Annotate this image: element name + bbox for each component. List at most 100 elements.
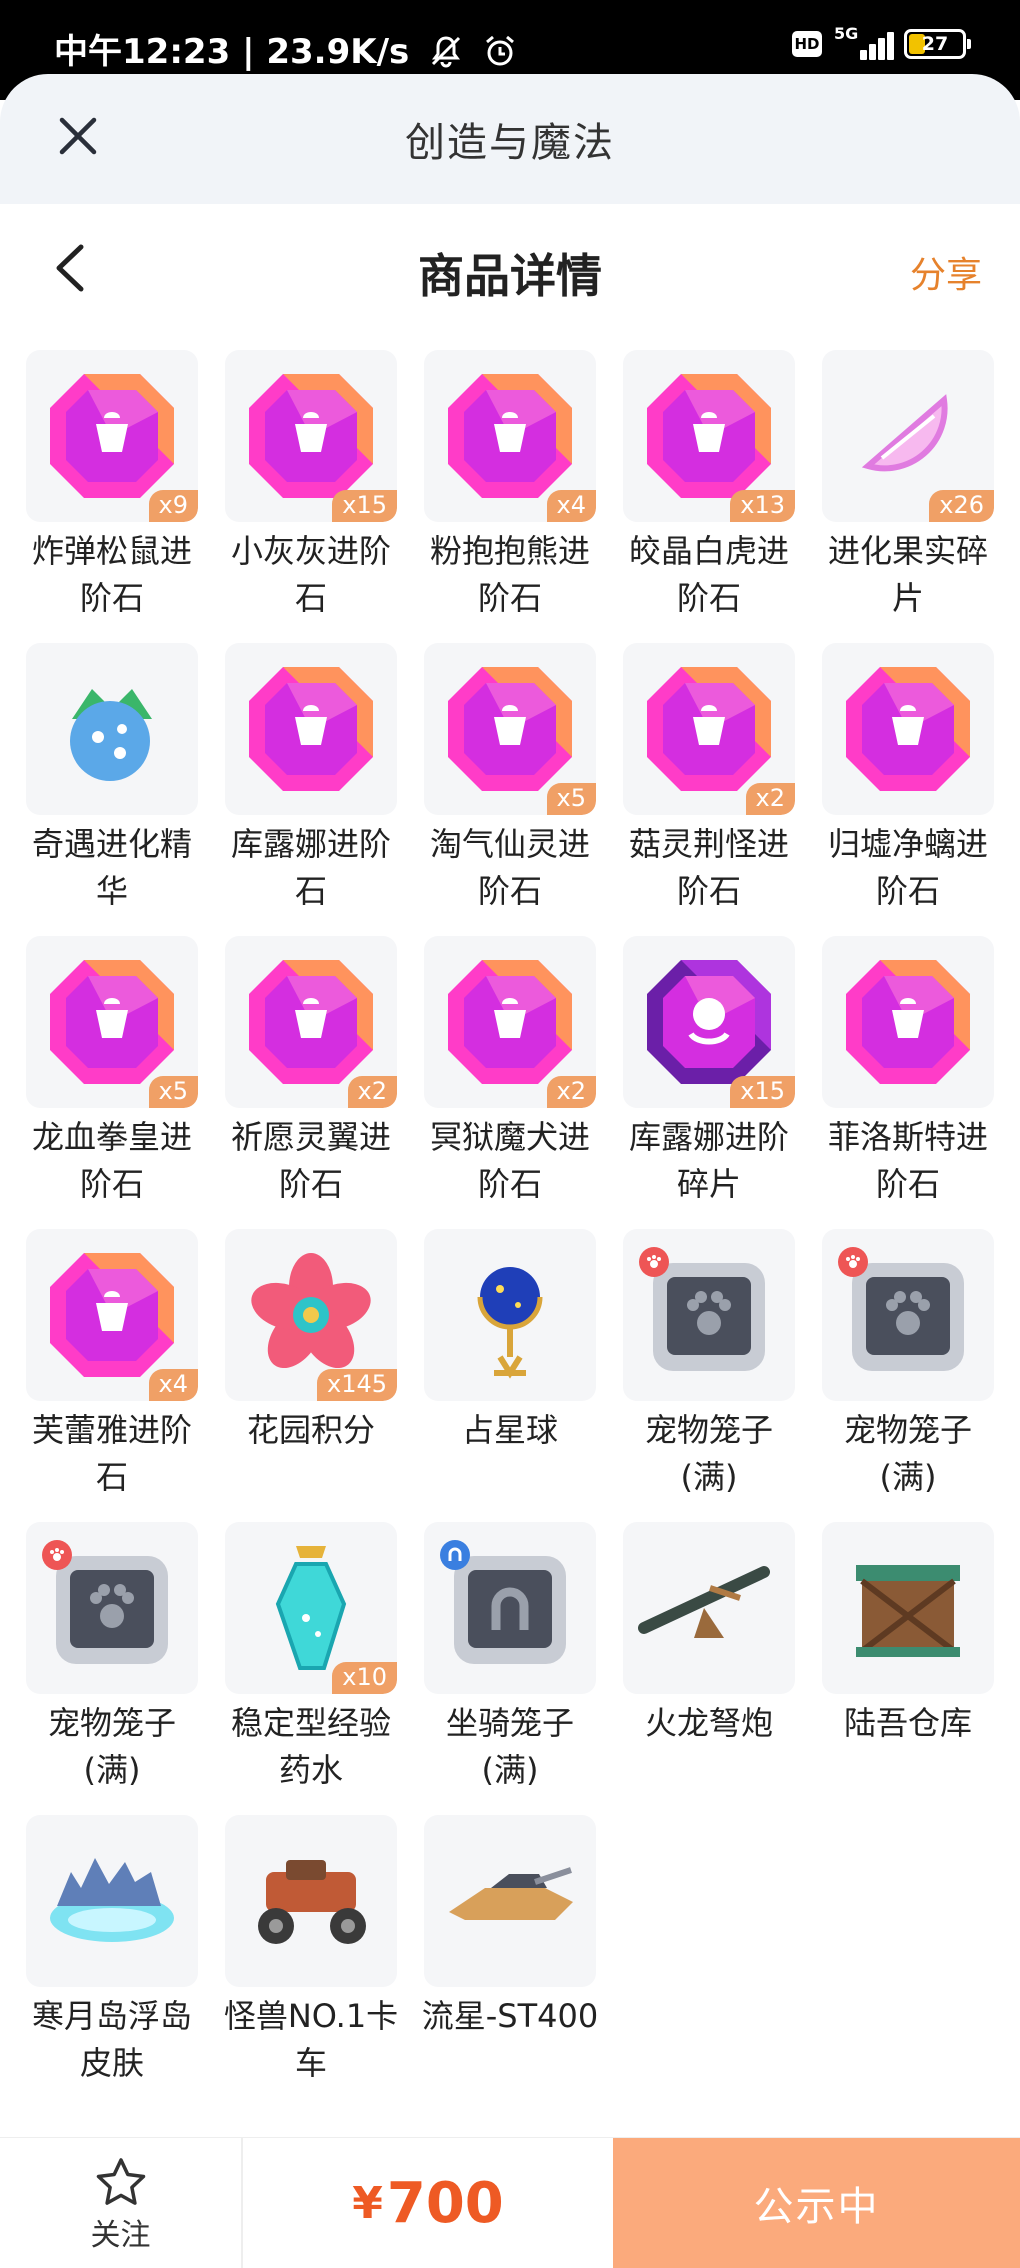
- item-card[interactable]: x145 花园积分: [225, 1229, 397, 1522]
- status-button[interactable]: 公示中: [613, 2138, 1020, 2268]
- item-name: 流星-ST400: [421, 1997, 599, 2035]
- acorn-gem-icon: [44, 368, 180, 504]
- item-card[interactable]: x26 进化果实碎片: [822, 350, 994, 643]
- item-card[interactable]: x2 菇灵荆怪进阶石: [623, 643, 795, 936]
- item-name: 奇遇进化精华: [31, 825, 192, 910]
- ballista-icon: [634, 1548, 784, 1668]
- item-name: 菇灵荆怪进阶石: [628, 825, 789, 910]
- fruit-slice-icon: [848, 376, 968, 496]
- item-thumbnail: x5: [424, 643, 596, 815]
- sheet-title: 创造与魔法: [405, 120, 615, 166]
- item-card[interactable]: 火龙弩炮: [623, 1522, 795, 1815]
- quantity-badge: x145: [316, 1369, 397, 1401]
- network-type: 5G: [834, 24, 859, 43]
- item-grid: x9 炸弹松鼠进阶石 x15 小灰灰进阶石 x4 粉抱抱熊进阶石 x13 皎晶白虎进阶石…: [26, 350, 1006, 2108]
- item-name: 宠物笼子(满): [644, 1411, 773, 1496]
- item-card[interactable]: x5 淘气仙灵进阶石: [424, 643, 596, 936]
- item-thumbnail: x9: [26, 350, 198, 522]
- potion-icon: [256, 1538, 366, 1678]
- star-icon: [96, 2158, 145, 2205]
- item-card[interactable]: x4 粉抱抱熊进阶石: [424, 350, 596, 643]
- egg-gem-icon: [442, 368, 578, 504]
- item-card[interactable]: x5 龙血拳皇进阶石: [26, 936, 198, 1229]
- item-card[interactable]: 占星球: [424, 1229, 596, 1522]
- mount-tag-icon: [440, 1540, 470, 1570]
- item-name: 稳定型经验药水: [230, 1704, 391, 1789]
- quantity-badge: x2: [745, 783, 795, 815]
- item-card[interactable]: x10 稳定型经验药水: [225, 1522, 397, 1815]
- item-card[interactable]: 菲洛斯特进阶石: [822, 936, 994, 1229]
- item-card[interactable]: x4 芙蕾雅进阶石: [26, 1229, 198, 1522]
- bottom-bar: 关注 ¥ 700 公示中: [0, 2137, 1020, 2268]
- serpent-gem-icon: [442, 954, 578, 1090]
- quantity-badge: x5: [148, 1076, 198, 1108]
- item-name: 淘气仙灵进阶石: [429, 825, 590, 910]
- item-card[interactable]: x9 炸弹松鼠进阶石: [26, 350, 198, 643]
- follow-button[interactable]: 关注: [0, 2138, 243, 2268]
- item-thumbnail: [424, 1815, 596, 1987]
- quantity-badge: x26: [929, 490, 994, 522]
- essence-fruit-icon: [42, 659, 182, 799]
- clock: 中午12:23: [54, 32, 231, 72]
- quantity-badge: x2: [546, 1076, 596, 1108]
- item-card[interactable]: 宠物笼子(满): [822, 1229, 994, 1522]
- item-card[interactable]: 奇遇进化精华: [26, 643, 198, 936]
- item-name: 菲洛斯特进阶石: [827, 1118, 988, 1203]
- quantity-badge: x15: [730, 1076, 795, 1108]
- item-card[interactable]: x13 皎晶白虎进阶石: [623, 350, 795, 643]
- item-card[interactable]: 宠物笼子(满): [26, 1522, 198, 1815]
- item-card[interactable]: 陆吾仓库: [822, 1522, 994, 1815]
- item-card[interactable]: x15 库露娜进阶碎片: [623, 936, 795, 1229]
- item-name: 火龙弩炮: [644, 1704, 773, 1742]
- item-thumbnail: x2: [424, 936, 596, 1108]
- mushroom-gem-icon: [641, 661, 777, 797]
- item-name: 陆吾仓库: [843, 1704, 972, 1742]
- quantity-badge: x15: [332, 490, 397, 522]
- item-name: 粉抱抱熊进阶石: [429, 532, 590, 617]
- item-thumbnail: x26: [822, 350, 994, 522]
- item-name: 坐骑笼子(满): [445, 1704, 574, 1789]
- wing-gem-icon: [243, 954, 379, 1090]
- item-thumbnail: [26, 1522, 198, 1694]
- price-amount: 700: [386, 2170, 504, 2236]
- quantity-badge: x4: [546, 490, 596, 522]
- quantity-badge: x10: [332, 1662, 397, 1694]
- item-card[interactable]: 库露娜进阶石: [225, 643, 397, 936]
- item-card[interactable]: 怪兽NO.1卡车: [224, 1815, 398, 2108]
- item-name: 宠物笼子(满): [47, 1704, 176, 1789]
- share-button[interactable]: 分享: [910, 246, 982, 298]
- item-name: 皎晶白虎进阶石: [628, 532, 789, 617]
- quantity-badge: x13: [730, 490, 795, 522]
- flower-icon: [246, 1250, 376, 1380]
- item-card[interactable]: 流星-ST400: [422, 1815, 598, 2108]
- item-name: 进化果实碎片: [827, 532, 988, 617]
- item-thumbnail: [822, 643, 994, 815]
- monster-truck-icon: [236, 1836, 386, 1966]
- item-thumbnail: [822, 1229, 994, 1401]
- item-name: 寒月岛浮岛皮肤: [31, 1997, 192, 2082]
- page-title: 商品详情: [418, 249, 602, 303]
- astrology-globe-icon: [460, 1245, 560, 1385]
- quantity-badge: x2: [347, 1076, 397, 1108]
- sheet-header: 创造与魔法: [0, 74, 1020, 204]
- warehouse-icon: [838, 1543, 978, 1673]
- network-speed: 23.9K/s: [266, 32, 410, 72]
- item-thumbnail: x13: [623, 350, 795, 522]
- quantity-badge: x5: [546, 783, 596, 815]
- item-card[interactable]: 寒月岛浮岛皮肤: [26, 1815, 198, 2108]
- item-thumbnail: [424, 1522, 596, 1694]
- item-card[interactable]: 坐骑笼子(满): [424, 1522, 596, 1815]
- follow-label: 关注: [90, 2218, 151, 2253]
- quantity-badge: x9: [148, 490, 198, 522]
- item-thumbnail: x4: [424, 350, 596, 522]
- item-card[interactable]: 归墟净螭进阶石: [822, 643, 994, 936]
- item-card[interactable]: x2 冥狱魔犬进阶石: [424, 936, 596, 1229]
- hd-badge: HD: [792, 31, 822, 57]
- item-name: 库露娜进阶碎片: [628, 1118, 789, 1203]
- hover-vehicle-icon: [435, 1846, 585, 1956]
- pet-tag-icon: [42, 1540, 72, 1570]
- item-card[interactable]: x15 小灰灰进阶石: [225, 350, 397, 643]
- item-card[interactable]: x2 祈愿灵翼进阶石: [225, 936, 397, 1229]
- battery-icon: 27: [904, 29, 971, 59]
- item-card[interactable]: 宠物笼子(满): [623, 1229, 795, 1522]
